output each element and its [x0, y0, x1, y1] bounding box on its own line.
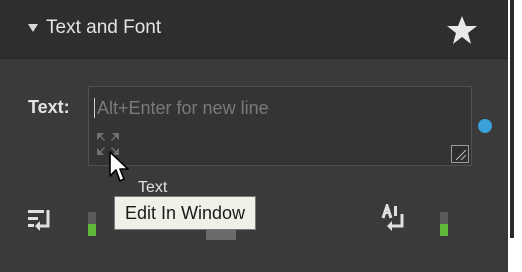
text-label: Text: — [28, 97, 70, 117]
text-input[interactable]: Alt+Enter for new line — [88, 86, 472, 166]
keyframe-indicator-dot[interactable] — [478, 119, 492, 133]
resize-grip-icon[interactable] — [451, 145, 469, 163]
scrollbar-track[interactable] — [510, 0, 514, 238]
text-input-placeholder: Alt+Enter for new line — [97, 98, 269, 118]
edit-in-window-tooltip: Edit In Window — [114, 196, 257, 230]
scrollbar[interactable] — [508, 0, 522, 272]
mouse-pointer-icon — [109, 151, 129, 182]
star-icon[interactable] — [446, 14, 478, 46]
right-level-meter[interactable] — [440, 212, 448, 236]
right-level-fill — [440, 224, 448, 236]
text-caret — [94, 98, 95, 118]
text-direction-icon[interactable] — [380, 204, 408, 232]
text-wrap-icon[interactable] — [26, 206, 54, 234]
section-header[interactable]: Text and Font — [0, 0, 508, 59]
left-level-fill — [88, 224, 96, 236]
collapse-caret-icon[interactable] — [28, 24, 38, 32]
section-title: Text and Font — [46, 17, 162, 38]
text-and-font-panel: Text and Font Text: Alt+Enter for new li… — [0, 0, 508, 272]
left-level-meter[interactable] — [88, 212, 96, 236]
